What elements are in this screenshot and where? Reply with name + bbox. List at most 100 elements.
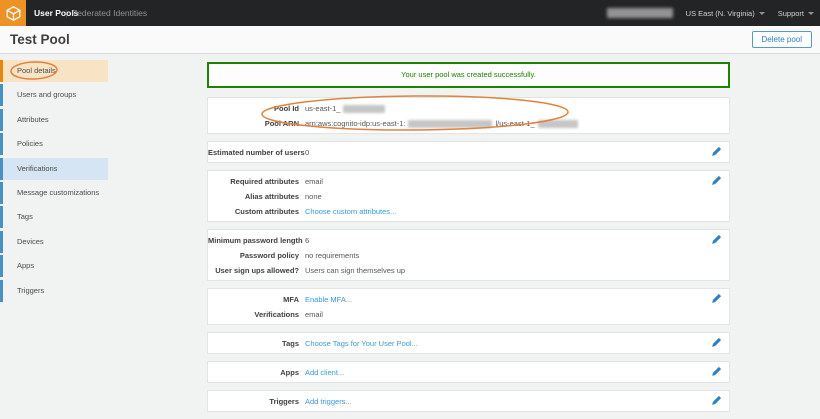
redacted-text [343,105,385,113]
success-banner: Your user pool was created successfully. [207,62,730,88]
field-text: us-east-1_ [305,104,340,113]
section-triggers: Triggers Add triggers... [207,390,730,412]
sidebar-item-label: Verifications [17,158,57,180]
field-label: Verifications [208,307,299,322]
edit-pencil-icon[interactable] [711,234,722,245]
field-label: Password policy [208,248,299,263]
edit-pencil-icon[interactable] [711,395,722,406]
field-value: none [305,189,322,204]
section-estimated-users: Estimated number of users 0 [207,141,730,163]
field-text: email [305,310,323,319]
sidebar-item-message-customizations[interactable]: Message customizations [0,182,130,204]
choose-tags-for-your-user-pool-link[interactable]: Choose Tags for Your User Pool... [305,339,418,348]
region-selector[interactable]: US East (N. Virginia) [686,9,765,18]
edit-pencil-icon[interactable] [711,337,722,348]
field-row: Tags Choose Tags for Your User Pool... [208,336,729,351]
sidebar-item-tags[interactable]: Tags [0,206,130,228]
field-text: 0 [305,148,309,157]
sidebar-item-devices[interactable]: Devices [0,231,130,253]
sidebar-item-strip [0,109,3,131]
field-value: Users can sign themselves up [305,263,405,278]
field-row: Minimum password length 6 [208,233,729,248]
field-label: Apps [208,365,299,380]
field-row: Estimated number of users 0 [208,145,729,160]
section-apps: Apps Add client... [207,361,730,383]
sidebar-item-apps[interactable]: Apps [0,255,130,277]
field-row: Password policy no requirements [208,248,729,263]
sidebar: Pool detailsUsers and groups AttributesPo… [0,60,130,304]
field-text: arn:aws:cognito-idp:us-east-1: [305,119,405,128]
success-message: Your user pool was created successfully. [401,70,536,79]
field-value: us-east-1_ [305,101,388,116]
field-text: email [305,177,323,186]
section-attributes: Required attributesemailAlias attributes… [207,170,730,222]
sidebar-item-label: Devices [17,231,44,253]
account-name-redacted[interactable] [607,8,673,18]
field-label: User sign ups allowed? [208,263,299,278]
sidebar-item-label: Message customizations [17,182,99,204]
section-tags: Tags Choose Tags for Your User Pool... [207,332,730,354]
choose-custom-attributes-link[interactable]: Choose custom attributes... [305,207,396,216]
delete-pool-button[interactable]: Delete pool [752,31,812,48]
caret-down-icon [808,12,814,15]
sidebar-item-label: Policies [17,133,43,155]
sidebar-item-triggers[interactable]: Triggers [0,280,130,302]
field-row: Required attributesemail [208,174,729,189]
caret-down-icon [759,12,765,15]
sidebar-item-users-and-groups[interactable]: Users and groups [0,84,130,106]
sidebar-item-verifications[interactable]: Verifications [0,158,108,180]
field-value: Enable MFA... [305,292,352,307]
page-title: Test Pool [10,32,70,47]
field-value: Add triggers... [305,394,352,409]
edit-pencil-icon[interactable] [711,146,722,157]
field-text: Users can sign themselves up [305,266,405,275]
sidebar-item-label: Tags [17,206,33,228]
sidebar-item-strip [0,133,3,155]
sidebar-item-policies[interactable]: Policies [0,133,130,155]
edit-pencil-icon[interactable] [711,366,722,377]
sidebar-item-attributes[interactable]: Attributes [0,109,130,131]
support-label: Support [778,9,804,18]
nav-separator: | [65,0,67,26]
field-value: 0 [305,145,309,160]
nav-federated-identities[interactable]: Federated Identities [72,0,147,26]
sidebar-item-pool-details[interactable]: Pool details [0,60,108,82]
add-client-link[interactable]: Add client... [305,368,344,377]
field-value: no requirements [305,248,359,263]
sidebar-item-strip [0,84,3,106]
support-menu[interactable]: Support [778,9,814,18]
sidebar-item-strip [0,182,3,204]
edit-pencil-icon[interactable] [711,175,722,186]
redacted-text [538,120,578,128]
field-text: no requirements [305,251,359,260]
sidebar-item-label: Users and groups [17,84,76,106]
field-row: Verifications email [208,307,729,322]
add-triggers-link[interactable]: Add triggers... [305,397,352,406]
enable-mfa-link[interactable]: Enable MFA... [305,295,352,304]
field-label: Tags [208,336,299,351]
page-header: Test Pool Delete pool [0,26,820,54]
field-value: 6 [305,233,309,248]
field-label: Estimated number of users [208,145,299,160]
section-password-policy: Minimum password length 6 Password policy n… [207,229,730,281]
edit-pencil-icon[interactable] [711,293,722,304]
field-value: Choose custom attributes... [305,204,396,219]
sidebar-item-strip [0,231,3,253]
field-value: arn:aws:cognito-idp:us-east-1:l/us-east-… [305,116,581,131]
sidebar-item-label: Triggers [17,280,44,302]
field-row: Custom attributesChoose custom attribute… [208,204,729,219]
aws-cube-icon [5,5,22,22]
redacted-text [408,120,492,128]
sidebar-item-strip [0,60,3,82]
field-row: Pool ARNarn:aws:cognito-idp:us-east-1:l/… [208,116,729,131]
aws-logo[interactable] [0,0,26,26]
field-row: User sign ups allowed? Users can sign the… [208,263,729,278]
field-label: Pool Id [208,101,299,116]
field-label: Minimum password length [208,233,299,248]
section-pool-info: Pool Id us-east-1_ Pool ARNarn:aws:cognito… [207,97,730,134]
field-value: email [305,307,323,322]
sidebar-item-strip [0,206,3,228]
field-label: Triggers [208,394,299,409]
top-navbar: User Pools | Federated Identities US Eas… [0,0,820,26]
sidebar-item-label: Attributes [17,109,49,131]
